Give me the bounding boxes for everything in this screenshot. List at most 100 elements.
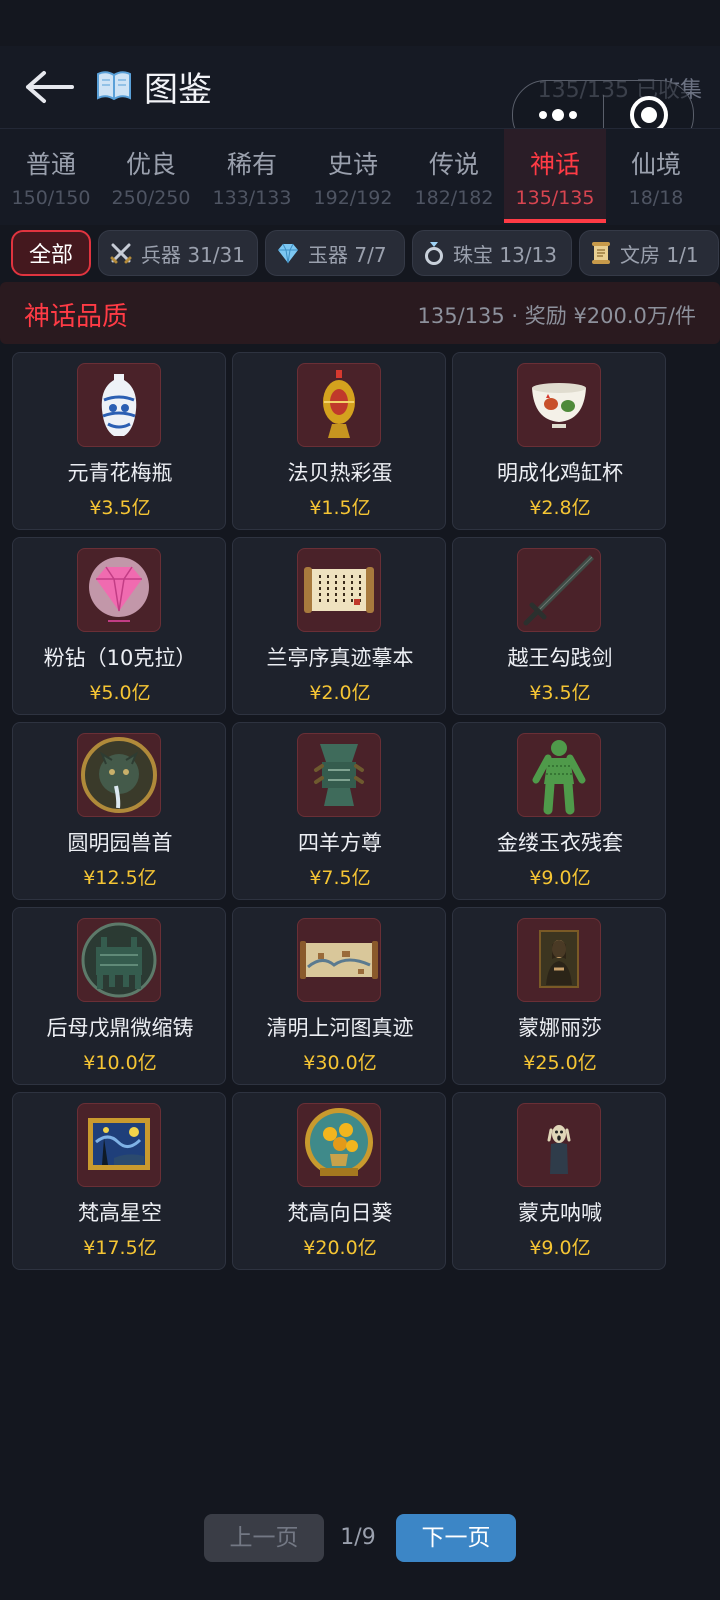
- tab-label: 传说: [428, 150, 479, 179]
- collection-card[interactable]: 清明上河图真迹 ¥30.0亿: [232, 907, 446, 1085]
- page-indicator: 1/9: [340, 1525, 376, 1550]
- item-price: ¥3.5亿: [529, 682, 591, 704]
- tab-count: 150/150: [11, 187, 91, 209]
- item-name: 梵高向日葵: [287, 1201, 393, 1225]
- tab-label: 史诗: [327, 150, 378, 179]
- tab-label: 普通: [25, 150, 76, 179]
- bronze-zun-vessel-icon: [314, 744, 364, 806]
- collection-card[interactable]: 粉钻（10克拉） ¥5.0亿: [12, 537, 226, 715]
- starry-night-icon: [88, 1118, 150, 1170]
- collection-card[interactable]: 后母戊鼎微缩铸 ¥10.0亿: [12, 907, 226, 1085]
- tab-rare[interactable]: 稀有 133/133: [201, 129, 303, 221]
- collection-card[interactable]: 四羊方尊 ¥7.5亿: [232, 722, 446, 900]
- sunflowers-icon: [305, 1108, 373, 1176]
- pagination: 上一页 1/9 下一页: [0, 1514, 720, 1564]
- item-name: 圆明园兽首: [67, 831, 173, 855]
- item-name: 蒙克呐喊: [518, 1201, 602, 1225]
- chip-all[interactable]: 全部: [11, 230, 91, 276]
- collection-card[interactable]: 越王勾践剑 ¥3.5亿: [452, 537, 666, 715]
- chicken-cup-icon: [532, 383, 586, 428]
- scroll-icon: [592, 242, 610, 264]
- chip-jewelry[interactable]: 珠宝 13/13: [412, 230, 572, 276]
- collection-card[interactable]: 梵高向日葵 ¥20.0亿: [232, 1092, 446, 1270]
- item-name: 兰亭序真迹摹本: [266, 646, 414, 670]
- item-price: ¥12.5亿: [83, 867, 157, 889]
- arrow-left-icon[interactable]: [24, 68, 76, 106]
- the-scream-icon: [547, 1125, 571, 1174]
- crossed-swords-icon: [110, 243, 132, 264]
- open-book-icon: [97, 71, 131, 101]
- calligraphy-scroll-icon: [304, 567, 374, 613]
- rarity-tabs: 普通 150/150 优良 250/250 稀有 133/133 史诗 192/…: [0, 128, 720, 225]
- chip-label: 文房 1/1: [620, 242, 699, 267]
- chip-stationery[interactable]: 文房 1/1: [579, 230, 719, 276]
- item-price: ¥1.5亿: [309, 497, 371, 519]
- prev-page-button[interactable]: 上一页: [204, 1514, 324, 1562]
- item-price: ¥9.0亿: [529, 867, 591, 889]
- item-name: 金缕玉衣残套: [497, 831, 623, 855]
- tab-epic[interactable]: 史诗 192/192: [302, 129, 404, 221]
- item-name: 清明上河图真迹: [266, 1016, 414, 1040]
- quality-title: 神话品质: [24, 302, 129, 332]
- collection-card[interactable]: 蒙娜丽莎 ¥25.0亿: [452, 907, 666, 1085]
- active-tab-underline: [504, 219, 606, 223]
- blue-white-vase-icon: [101, 374, 137, 436]
- item-name: 元青花梅瓶: [67, 461, 173, 485]
- collection-card[interactable]: 明成化鸡缸杯 ¥2.8亿: [452, 352, 666, 530]
- item-price: ¥9.0亿: [529, 1237, 591, 1259]
- item-price: ¥5.0亿: [89, 682, 151, 704]
- collection-card[interactable]: 梵高星空 ¥17.5亿: [12, 1092, 226, 1270]
- item-name: 明成化鸡缸杯: [497, 461, 623, 485]
- bronze-zodiac-head-icon: [81, 737, 157, 813]
- quality-banner: 神话品质 135/135 · 奖励 ¥200.0万/件: [0, 282, 720, 344]
- tab-wonderland[interactable]: 仙境 18/18: [605, 129, 707, 221]
- chip-jade[interactable]: 玉器 7/7: [265, 230, 405, 276]
- collection-card[interactable]: 圆明园兽首 ¥12.5亿: [12, 722, 226, 900]
- chip-label: 珠宝 13/13: [453, 242, 557, 267]
- tab-count: 182/182: [414, 187, 494, 209]
- tab-label: 仙境: [630, 150, 681, 179]
- tab-label: 稀有: [226, 150, 277, 179]
- ring-icon: [425, 242, 443, 265]
- chip-label: 兵器 31/31: [141, 242, 245, 267]
- pink-diamond-icon: [89, 557, 149, 622]
- item-price: ¥30.0亿: [303, 1052, 377, 1074]
- tab-label: 优良: [125, 150, 176, 179]
- tab-common[interactable]: 普通 150/150: [0, 129, 102, 221]
- collection-card[interactable]: 金缕玉衣残套 ¥9.0亿: [452, 722, 666, 900]
- item-price: ¥10.0亿: [83, 1052, 157, 1074]
- item-price: ¥2.8亿: [529, 497, 591, 519]
- tab-count: 250/250: [111, 187, 191, 209]
- tab-good[interactable]: 优良 250/250: [100, 129, 202, 221]
- status-bar: [0, 0, 720, 46]
- tab-count: 192/192: [313, 187, 393, 209]
- tab-count: 135/135: [515, 187, 595, 209]
- tab-legendary[interactable]: 传说 182/182: [403, 129, 505, 221]
- item-name: 粉钻（10克拉）: [43, 646, 197, 670]
- next-page-button[interactable]: 下一页: [396, 1514, 516, 1562]
- quality-reward-text: 135/135 · 奖励 ¥200.0万/件: [417, 304, 697, 328]
- item-price: ¥2.0亿: [309, 682, 371, 704]
- jade-burial-suit-icon: [532, 740, 586, 815]
- item-price: ¥20.0亿: [303, 1237, 377, 1259]
- collection-card[interactable]: 兰亭序真迹摹本 ¥2.0亿: [232, 537, 446, 715]
- chip-label: 全部: [28, 243, 73, 268]
- item-name: 梵高星空: [78, 1201, 162, 1225]
- diamond-icon: [278, 243, 298, 264]
- landscape-scroll-icon: [300, 941, 378, 979]
- item-name: 蒙娜丽莎: [518, 1016, 602, 1040]
- category-filter-chips: 全部 兵器 31/31 玉器 7/7 珠宝 13/13 文房 1/1: [0, 226, 720, 280]
- collection-card[interactable]: 蒙克呐喊 ¥9.0亿: [452, 1092, 666, 1270]
- item-price: ¥25.0亿: [523, 1052, 597, 1074]
- item-name: 越王勾践剑: [507, 646, 613, 670]
- tab-count: 18/18: [628, 187, 684, 209]
- page-title: 图鉴: [144, 70, 212, 110]
- chip-weapons[interactable]: 兵器 31/31: [98, 230, 258, 276]
- tab-count: 133/133: [212, 187, 292, 209]
- item-name: 法贝热彩蛋: [287, 461, 393, 485]
- chip-label: 玉器 7/7: [308, 242, 387, 267]
- item-name: 四羊方尊: [298, 831, 382, 855]
- collection-card[interactable]: 法贝热彩蛋 ¥1.5亿: [232, 352, 446, 530]
- collection-card[interactable]: 元青花梅瓶 ¥3.5亿: [12, 352, 226, 530]
- tab-mythic[interactable]: 神话 135/135: [504, 129, 606, 223]
